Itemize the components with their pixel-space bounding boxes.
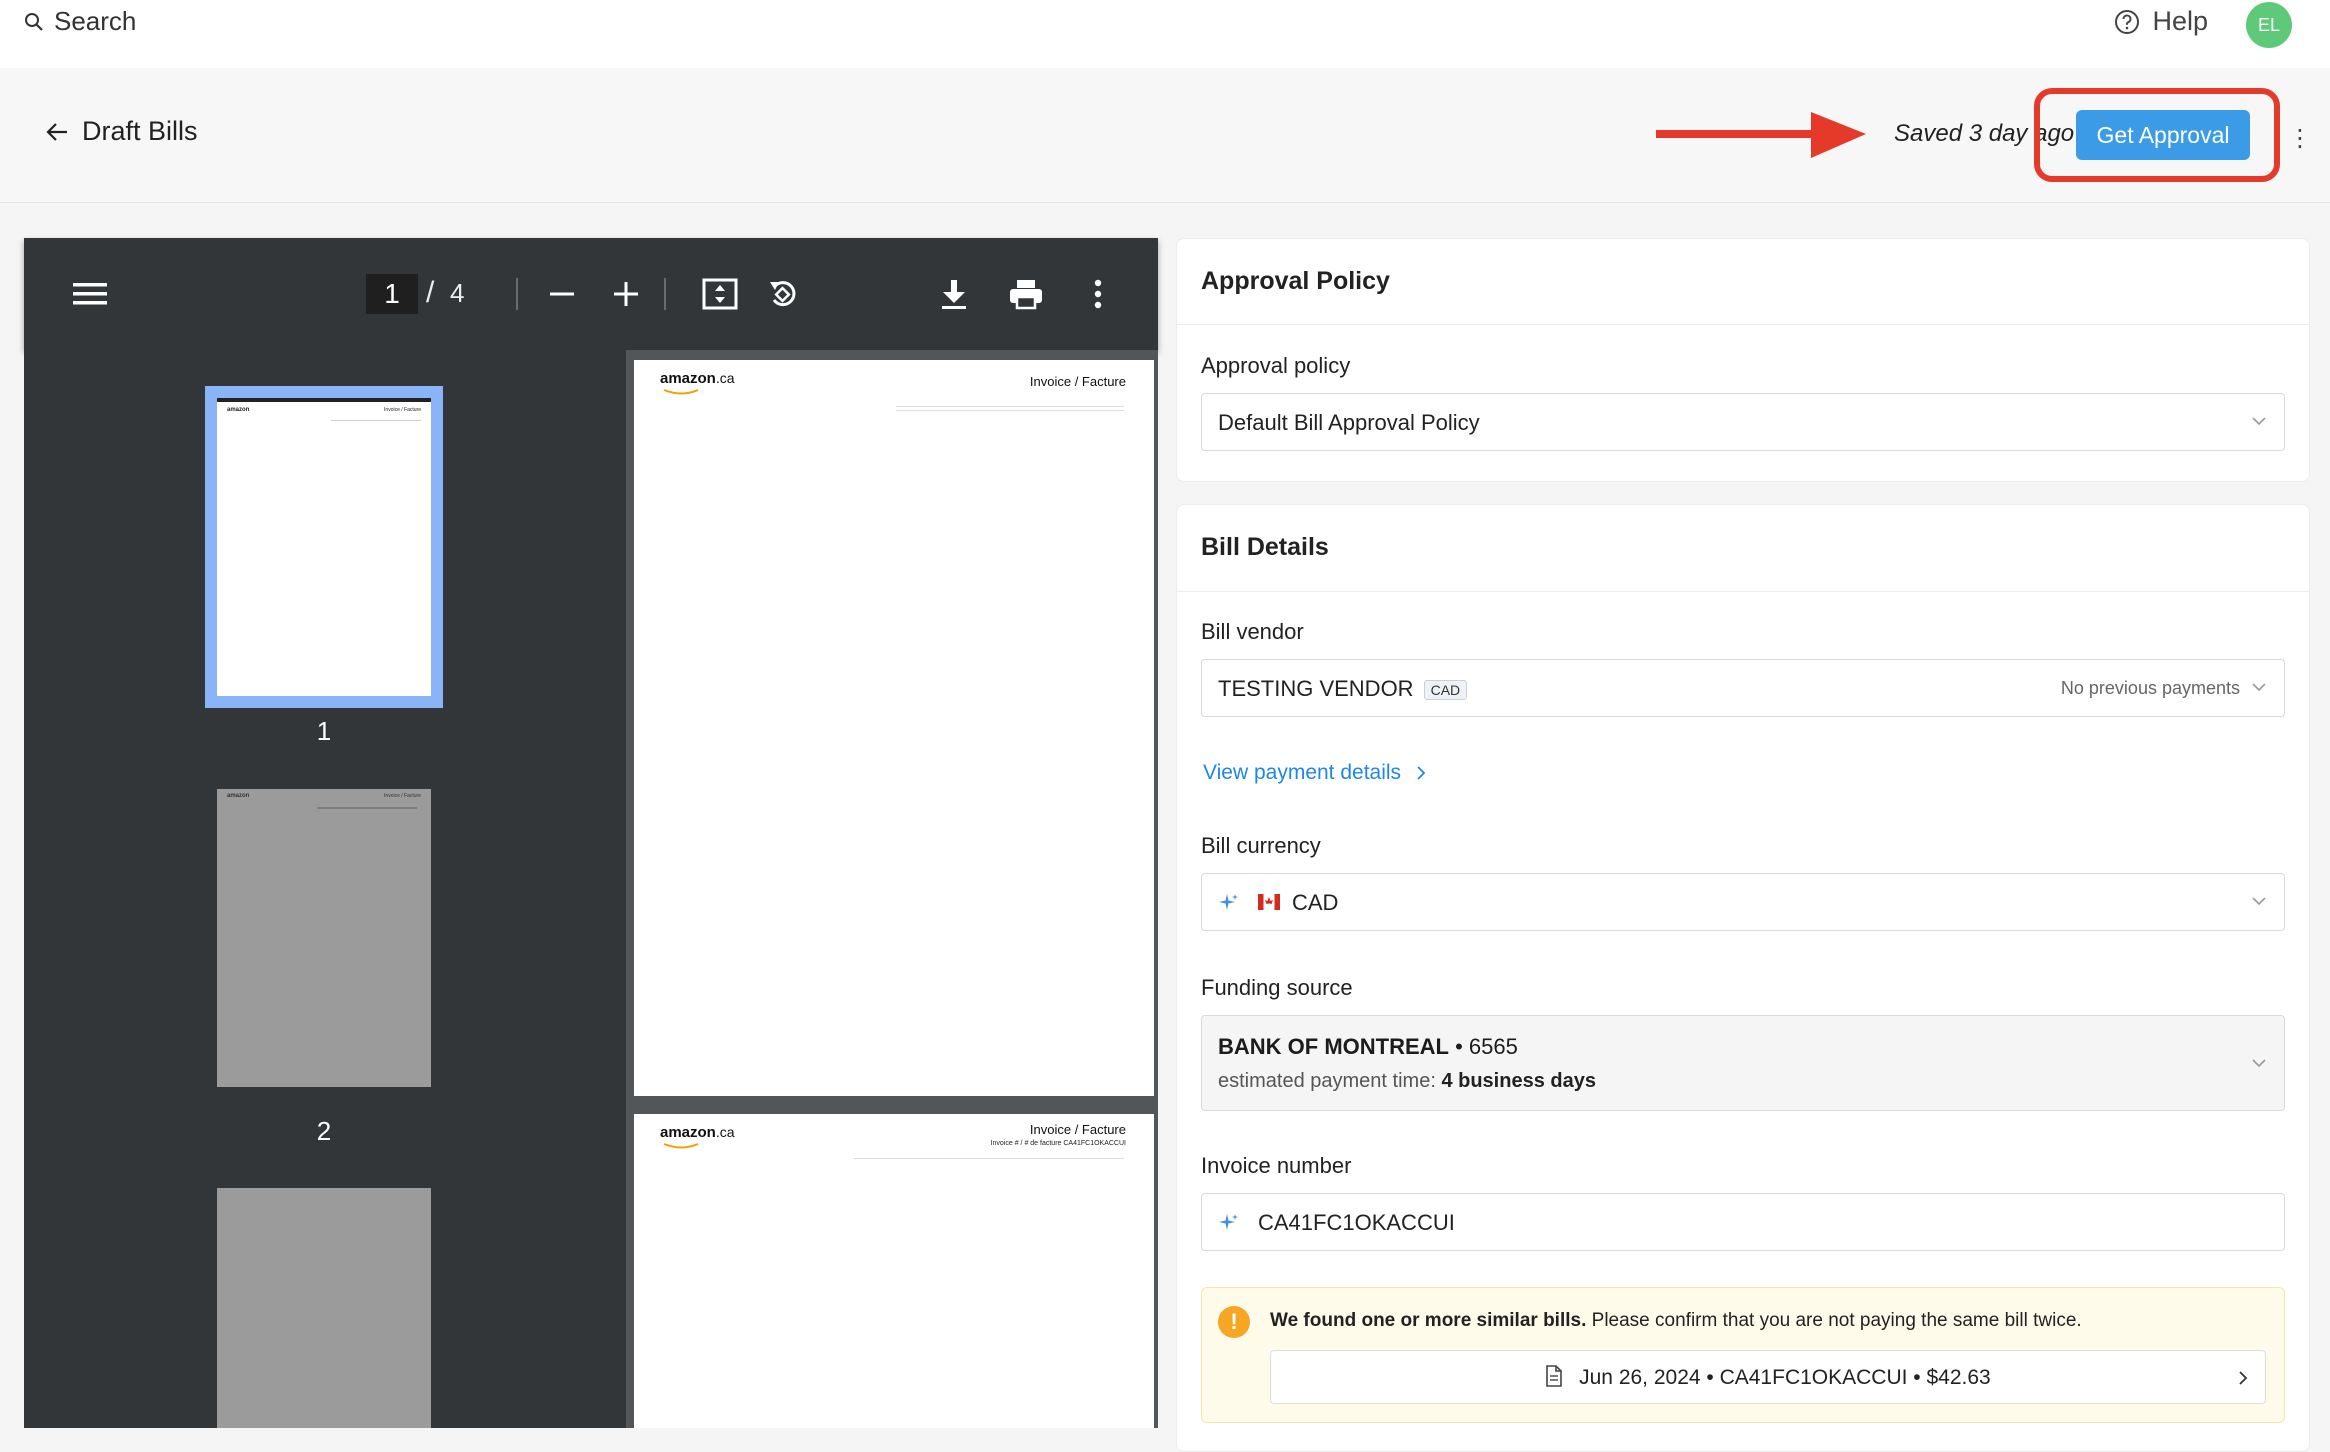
invoice-title: Invoice / Facture — [1029, 1122, 1126, 1137]
similar-bill-link[interactable]: Jun 26, 2024 • CA41FC1OKACCUI • $42.63 — [1270, 1350, 2266, 1404]
amazon-smile-icon — [663, 389, 699, 395]
toolbar-divider — [664, 278, 666, 310]
thumbnail-sidebar: amazon Invoice / Facture 1 amazon Invoic… — [24, 350, 626, 1428]
approval-policy-label: Approval policy — [1201, 353, 1351, 378]
rotate-icon[interactable] — [764, 274, 804, 314]
bill-vendor-value: TESTING VENDOR CAD — [1218, 676, 1468, 702]
help-label: Help — [2152, 6, 2208, 36]
funding-source-bank: BANK OF MONTREAL • 6565 — [1218, 1034, 1518, 1059]
vendor-payment-hint: No previous payments — [2060, 678, 2240, 698]
pdf-viewer: 1 / 4 amazon Invoice / Facture 1 amazon … — [24, 238, 1158, 1428]
similar-bill-row: Jun 26, 2024 • CA41FC1OKACCUI • $42.63 — [1271, 1365, 2265, 1390]
toolbar-divider — [516, 278, 518, 310]
thumbnail-label: 2 — [316, 1116, 332, 1146]
estimated-payment-time: estimated payment time: 4 business days — [1218, 1070, 1596, 1092]
thumbnail-page-3[interactable] — [217, 1188, 431, 1428]
warning-icon: ! — [1218, 1306, 1250, 1338]
canada-flag-icon — [1258, 894, 1280, 910]
thumbnail-doc-title: Invoice / Facture — [384, 793, 421, 799]
pdf-page-1: amazon.ca Invoice / Facture — [634, 360, 1154, 1096]
search-button[interactable]: Search — [24, 6, 136, 37]
thumbnail-brand: amazon — [227, 407, 250, 413]
bill-currency-value: CAD — [1292, 890, 1339, 915]
chevron-right-icon — [1417, 766, 1426, 780]
view-payment-details-label: View payment details — [1203, 761, 1402, 784]
invoice-title: Invoice / Facture — [1029, 374, 1126, 389]
zoom-in-icon[interactable] — [606, 274, 646, 314]
approval-policy-select[interactable]: Default Bill Approval Policy — [1201, 393, 2285, 451]
invoice-rule — [896, 406, 1124, 411]
bill-vendor-label: Bill vendor — [1201, 619, 1304, 644]
bill-details-card: Bill Details Bill vendor TESTING VENDOR C… — [1176, 504, 2310, 1452]
help-icon — [2115, 9, 2140, 34]
page-number-input[interactable]: 1 — [366, 274, 418, 314]
back-to-draft-bills-link[interactable]: Draft Bills — [46, 116, 198, 147]
card-divider — [1177, 591, 2309, 592]
page-separator: / — [426, 276, 435, 309]
thumbnail-page-1[interactable]: amazon Invoice / Facture — [205, 386, 443, 708]
bill-vendor-select[interactable]: TESTING VENDOR CAD No previous payments — [1201, 659, 2285, 717]
invoice-number-label: Invoice number — [1201, 1153, 1352, 1178]
invoice-number-value: CA41FC1OKACCUI — [1258, 1210, 1455, 1235]
annotation-highlight-box — [2034, 88, 2280, 182]
bill-currency-label: Bill currency — [1201, 833, 1321, 858]
approval-policy-card: Approval Policy Approval policy Default … — [1176, 238, 2310, 482]
print-icon[interactable] — [1006, 274, 1046, 314]
chevron-down-icon — [2252, 897, 2266, 906]
thumbnail-page-2[interactable]: amazon Invoice / Facture — [217, 789, 431, 1087]
user-avatar[interactable]: EL — [2246, 2, 2292, 48]
download-icon[interactable] — [934, 274, 974, 314]
page-header: Draft Bills Saved 3 day ago Get Approval… — [0, 68, 2330, 203]
chevron-right-icon — [2239, 1371, 2248, 1385]
bill-currency-select[interactable]: CAD — [1201, 873, 2285, 931]
duplicate-bill-warning: ! We found one or more similar bills. Pl… — [1201, 1287, 2285, 1423]
view-payment-details-link[interactable]: View payment details — [1203, 761, 1427, 785]
sidebar-menu-icon[interactable] — [70, 274, 110, 314]
amazon-logo: amazon.ca — [660, 1124, 735, 1141]
pdf-toolbar: 1 / 4 — [24, 238, 1158, 350]
chevron-down-icon — [2252, 683, 2266, 692]
thumbnail-label: 1 — [316, 716, 332, 746]
amazon-smile-icon — [663, 1143, 699, 1149]
similar-bill-text: Jun 26, 2024 • CA41FC1OKACCUI • $42.63 — [1579, 1366, 1991, 1389]
warning-message: We found one or more similar bills. Plea… — [1270, 1310, 2082, 1331]
invoice-subtitle: Invoice # / # de facture CA41FC1OKACCUI — [990, 1140, 1126, 1147]
approval-policy-value: Default Bill Approval Policy — [1218, 410, 1480, 435]
search-label: Search — [54, 6, 137, 36]
fit-page-icon[interactable] — [700, 274, 740, 314]
back-label: Draft Bills — [82, 116, 198, 146]
invoice-number-input[interactable]: CA41FC1OKACCUI — [1201, 1193, 2285, 1251]
zoom-out-icon[interactable] — [542, 274, 582, 314]
pdf-page-area: amazon.ca Invoice / Facture amazon.ca In… — [626, 350, 1158, 1428]
approval-policy-title: Approval Policy — [1201, 267, 1390, 295]
bill-details-title: Bill Details — [1201, 533, 1329, 561]
card-divider — [1177, 324, 2309, 325]
pdf-page-2: amazon.ca Invoice / Facture Invoice # / … — [634, 1114, 1154, 1428]
amazon-logo: amazon.ca — [660, 370, 735, 387]
ai-sparkle-icon — [1219, 894, 1238, 910]
more-options-icon[interactable]: ⋮ — [2288, 124, 2312, 153]
funding-source-label: Funding source — [1201, 975, 1353, 1000]
pdf-more-options-icon[interactable] — [1078, 274, 1118, 314]
top-bar: Search Help EL — [0, 0, 2330, 68]
document-icon — [1546, 1365, 1563, 1387]
chevron-down-icon — [2252, 417, 2266, 426]
thumbnail-doc-title: Invoice / Facture — [384, 407, 421, 413]
thumbnail-brand: amazon — [227, 793, 250, 799]
page-total: 4 — [450, 278, 465, 308]
currency-tag: CAD — [1423, 680, 1468, 701]
arrow-left-icon — [46, 122, 67, 141]
search-icon — [25, 12, 43, 31]
chevron-down-icon — [2252, 1059, 2266, 1068]
annotation-arrow-icon — [1656, 112, 1866, 158]
ai-sparkle-icon — [1219, 1214, 1238, 1230]
funding-source-select[interactable]: BANK OF MONTREAL • 6565 estimated paymen… — [1201, 1015, 2285, 1111]
help-button[interactable]: Help — [2114, 6, 2208, 37]
